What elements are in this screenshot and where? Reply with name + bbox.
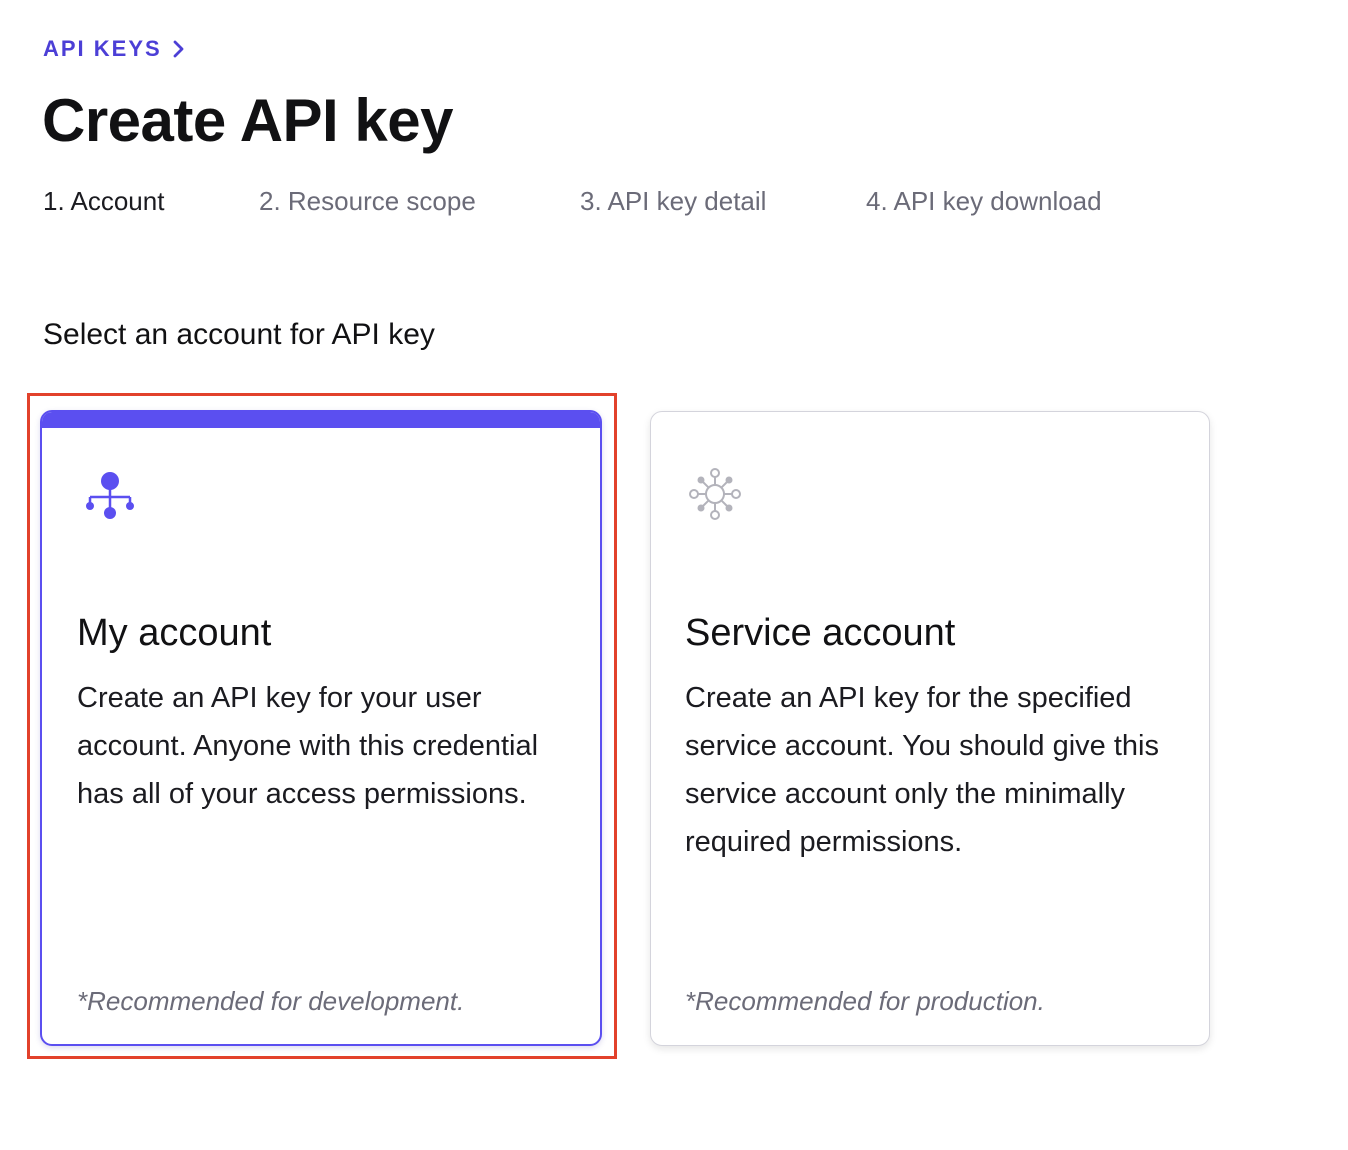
card-recommendation-note: *Recommended for development. <box>77 986 465 1016</box>
network-hub-icon <box>685 464 741 520</box>
hierarchy-icon <box>82 468 138 524</box>
card-recommendation-note: *Recommended for production. <box>685 986 1045 1016</box>
step-account[interactable]: 1. Account <box>43 186 164 217</box>
card-title: My account <box>77 612 272 654</box>
section-heading: Select an account for API key <box>43 318 435 351</box>
card-description: Create an API key for the specified serv… <box>685 682 1159 858</box>
service-account-card[interactable]: Service account Create an API key for th… <box>650 411 1210 1046</box>
wizard-steps: 1. Account 2. Resource scope 3. API key … <box>43 186 1243 220</box>
step-api-key-detail[interactable]: 3. API key detail <box>580 186 766 217</box>
selected-card-accent-bar <box>42 412 600 428</box>
breadcrumb-link-api-keys[interactable]: API KEYS <box>43 36 162 62</box>
chevron-right-icon <box>172 39 186 59</box>
step-resource-scope[interactable]: 2. Resource scope <box>259 186 476 217</box>
card-title: Service account <box>685 612 956 654</box>
card-description: Create an API key for your user account.… <box>77 682 539 810</box>
my-account-card[interactable]: My account Create an API key for your us… <box>40 410 602 1046</box>
breadcrumb[interactable]: API KEYS <box>43 36 186 62</box>
page-title: Create API key <box>42 87 454 154</box>
step-api-key-download[interactable]: 4. API key download <box>866 186 1102 217</box>
